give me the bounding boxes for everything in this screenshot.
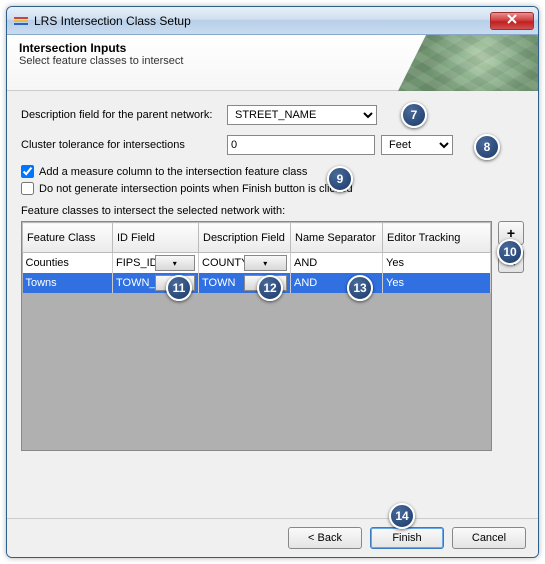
feature-class-grid[interactable]: Feature Class ID Field Description Field… [21,221,492,451]
cancel-button[interactable]: Cancel [452,527,526,549]
col-editor-tracking[interactable]: Editor Tracking [383,223,491,253]
cell-id-field[interactable]: TOWN_ID▾ [113,273,199,293]
chevron-down-icon[interactable]: ▾ [155,275,196,291]
chevron-down-icon[interactable]: ▾ [155,255,196,271]
grid-label: Feature classes to intersect the selecte… [21,205,524,217]
cluster-tolerance-input[interactable] [227,135,375,155]
finish-button[interactable]: Finish [370,527,444,549]
tolerance-units-combo[interactable]: Feet [381,135,453,155]
add-measure-checkbox[interactable] [21,165,34,178]
x-icon: ✕ [505,253,517,270]
col-id-field[interactable]: ID Field [113,223,199,253]
description-field-combo[interactable]: STREET_NAME [227,105,377,125]
table-row[interactable]: Counties FIPS_ID▾ COUNTY▾ AND Yes [23,253,491,274]
no-generate-label: Do not generate intersection points when… [39,183,353,195]
plus-icon: + [507,225,515,241]
col-name-separator[interactable]: Name Separator [291,223,383,253]
app-icon [13,13,29,29]
col-feature-class[interactable]: Feature Class [23,223,113,253]
cell-description-field[interactable]: TOWN▾ [199,273,291,293]
close-button[interactable] [490,12,534,30]
cell-name-separator[interactable]: AND [291,253,383,274]
cell-editor-tracking[interactable]: Yes [383,273,491,293]
grid-header-row: Feature Class ID Field Description Field… [23,223,491,253]
col-description-field[interactable]: Description Field [199,223,291,253]
cell-id-field[interactable]: FIPS_ID▾ [113,253,199,274]
window-title: LRS Intersection Class Setup [34,14,490,28]
back-button[interactable]: < Back [288,527,362,549]
cell-name-separator[interactable]: AND [291,273,383,293]
description-field-label: Description field for the parent network… [21,109,221,121]
remove-row-button[interactable]: ✕ [498,249,524,273]
table-row[interactable]: Towns TOWN_ID▾ TOWN▾ AND Yes [23,273,491,293]
no-generate-checkbox[interactable] [21,182,34,195]
dialog-window: LRS Intersection Class Setup Intersectio… [6,6,539,558]
cluster-tolerance-label: Cluster tolerance for intersections [21,139,221,151]
chevron-down-icon[interactable]: ▾ [244,255,288,271]
add-row-button[interactable]: + [498,221,524,245]
add-measure-label: Add a measure column to the intersection… [39,166,307,178]
close-icon [507,14,517,27]
title-bar[interactable]: LRS Intersection Class Setup [7,7,538,35]
chevron-down-icon[interactable]: ▾ [244,275,288,291]
cell-description-field[interactable]: COUNTY▾ [199,253,291,274]
button-bar: 14 < Back Finish Cancel [7,518,538,557]
cell-feature-class[interactable]: Counties [23,253,113,274]
cell-editor-tracking[interactable]: Yes [383,253,491,274]
dialog-body: Description field for the parent network… [7,91,538,518]
grid-empty-area [22,293,491,450]
wizard-header: Intersection Inputs Select feature class… [7,35,538,91]
cell-feature-class[interactable]: Towns [23,273,113,293]
